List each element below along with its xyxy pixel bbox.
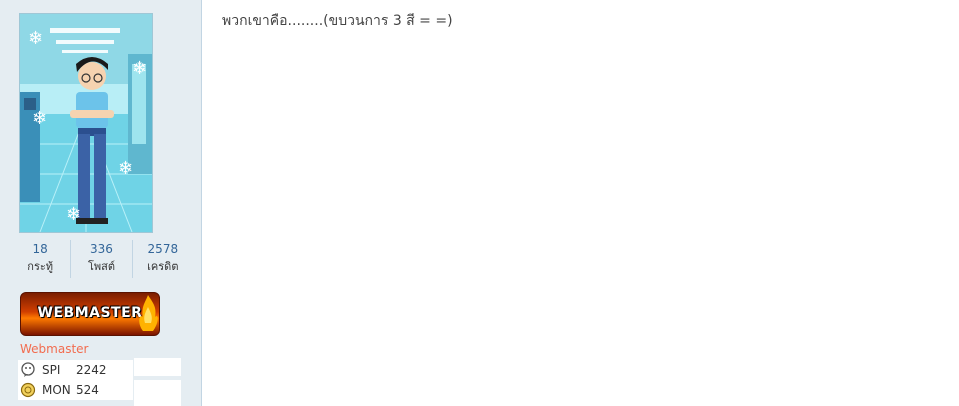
points-value-mon: 524: [76, 383, 99, 397]
stat-posts-value[interactable]: 336: [71, 240, 131, 258]
stat-posts-label: โพสต์: [87, 260, 115, 273]
stat-credits-value[interactable]: 2578: [133, 240, 193, 258]
stat-credits[interactable]: 2578 เครดิต: [133, 240, 193, 278]
svg-text:❄: ❄: [118, 158, 133, 179]
post-message: พวกเขาคือ........(ขบวนการ 3 สี = =): [222, 13, 453, 29]
coin-icon: [20, 382, 36, 398]
points-row-mon: MON 524: [18, 380, 133, 400]
points-list: SPI 2242 MON 524: [18, 360, 133, 400]
rank-badge: WEBMASTER: [20, 292, 160, 336]
points-extra-cell: [134, 380, 181, 406]
svg-text:❄: ❄: [66, 204, 81, 225]
points-key-spi: SPI: [42, 363, 61, 377]
stat-threads-value[interactable]: 18: [10, 240, 70, 258]
stat-credits-label: เครดิต: [147, 260, 179, 273]
usergroup-link[interactable]: Webmaster: [20, 342, 88, 356]
flame-icon: [139, 295, 158, 331]
user-avatar[interactable]: ❄ ❄ ❄ ❄ ❄: [19, 13, 153, 233]
svg-text:❄: ❄: [28, 28, 43, 49]
stat-threads[interactable]: 18 กระทู้: [10, 240, 72, 278]
svg-text:❄: ❄: [132, 58, 147, 79]
author-stats: 18 กระทู้ 336 โพสต์ 2578 เครดิต: [10, 240, 193, 278]
stat-posts[interactable]: 336 โพสต์: [71, 240, 133, 278]
spi-icon: [21, 362, 35, 377]
author-sidebar: ❄ ❄ ❄ ❄ ❄ 18 กระทู้ 336 โพสต์ 2578 เครดิ…: [0, 0, 202, 406]
points-value-spi: 2242: [76, 363, 107, 377]
stat-threads-label: กระทู้: [27, 260, 54, 273]
points-extra-cell: [134, 358, 181, 376]
avatar-image: ❄ ❄ ❄ ❄ ❄: [20, 14, 152, 232]
svg-text:❄: ❄: [32, 108, 47, 129]
points-row-spi: SPI 2242: [18, 360, 133, 380]
points-key-mon: MON: [42, 383, 71, 397]
